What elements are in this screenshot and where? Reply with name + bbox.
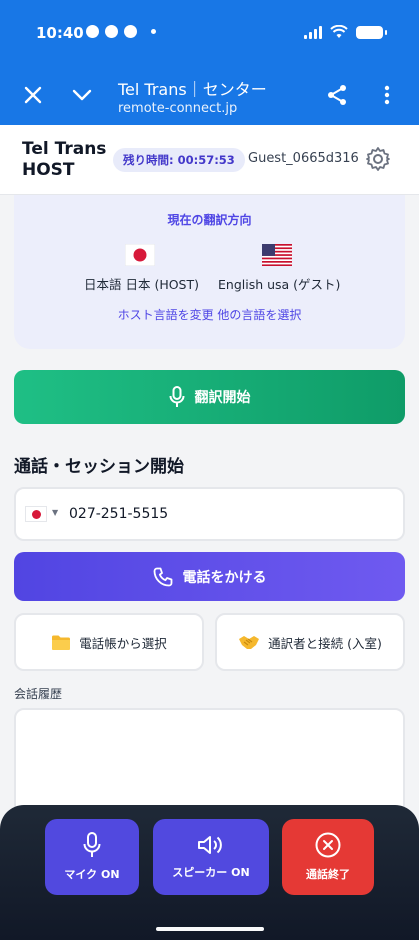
notification-icons bbox=[86, 25, 156, 38]
place-call-button[interactable]: 電話をかける bbox=[14, 552, 405, 601]
chat-notification-icon bbox=[86, 25, 99, 38]
direction-links: ホスト言語を変更 他の言語を選択 bbox=[14, 306, 405, 323]
phone-field: ▼ bbox=[14, 487, 405, 541]
connect-interpreter-label: 通訳者と接続 (入室) bbox=[268, 635, 382, 651]
more-notifications-icon bbox=[151, 29, 156, 34]
mic-toggle-button[interactable]: マイク ON bbox=[45, 819, 139, 895]
brand-line-2: HOST bbox=[22, 160, 75, 180]
connect-interpreter-button[interactable]: 通訳者と接続 (入室) bbox=[215, 613, 405, 671]
remaining-time-badge: 残り時間: 00:57:53 bbox=[113, 148, 245, 172]
chevron-down-icon[interactable] bbox=[67, 80, 97, 110]
microphone-icon bbox=[169, 386, 184, 407]
phone-number-input[interactable] bbox=[69, 501, 389, 527]
app-header: Tel Trans HOST 残り時間: 00:57:53 Guest_0665… bbox=[0, 125, 419, 195]
browser-url[interactable]: remote-connect.jp bbox=[118, 101, 237, 116]
close-icon[interactable] bbox=[18, 80, 48, 110]
battery-icon bbox=[356, 25, 387, 39]
signal-icon bbox=[304, 25, 322, 39]
translation-direction-card: 現在の翻訳方向 日本語 日本 (HOST) English usa (ゲスト) … bbox=[14, 195, 405, 349]
end-call-label: 通話終了 bbox=[306, 868, 350, 881]
mic-toggle-label: マイク ON bbox=[64, 868, 120, 881]
japan-flag-icon bbox=[125, 244, 155, 266]
start-translation-button[interactable]: 翻訳開始 bbox=[14, 370, 405, 424]
gear-icon[interactable] bbox=[364, 145, 392, 173]
start-translation-label: 翻訳開始 bbox=[194, 390, 251, 406]
select-from-contacts-button[interactable]: 電話帳から選択 bbox=[14, 613, 204, 671]
direction-title: 現在の翻訳方向 bbox=[167, 213, 252, 227]
browser-chrome: 10:40 Tel Trans｜センター remote-connect.jp bbox=[0, 0, 419, 125]
host-language-label: 日本語 日本 (HOST) bbox=[84, 277, 200, 292]
wifi-icon bbox=[330, 25, 348, 38]
change-host-language-link[interactable]: ホスト言語を変更 bbox=[118, 308, 214, 322]
select-other-language-link[interactable]: 他の言語を選択 bbox=[217, 308, 301, 322]
usa-flag-icon bbox=[262, 244, 292, 266]
call-controls-bar: マイク ON スピーカー ON 通話終了 bbox=[0, 805, 419, 940]
photo-notification-icon bbox=[124, 25, 137, 38]
handshake-icon bbox=[239, 636, 260, 649]
more-menu-icon[interactable] bbox=[372, 80, 402, 110]
end-call-button[interactable]: 通話終了 bbox=[282, 819, 374, 895]
place-call-label: 電話をかける bbox=[182, 569, 267, 586]
guest-id: Guest_0665d316 bbox=[248, 151, 359, 166]
app-notification-icon bbox=[105, 25, 118, 38]
close-circle-icon bbox=[315, 832, 341, 858]
brand-line-1: Tel Trans bbox=[22, 139, 107, 159]
select-from-contacts-label: 電話帳から選択 bbox=[79, 635, 167, 651]
call-section-title: 通話・セッション開始 bbox=[14, 457, 184, 477]
system-icons bbox=[304, 25, 387, 39]
country-flag-selector[interactable] bbox=[25, 506, 47, 522]
guest-language-label: English usa (ゲスト) bbox=[218, 277, 341, 292]
conversation-history-label: 会話履歴 bbox=[14, 687, 63, 701]
browser-bar: Tel Trans｜センター remote-connect.jp bbox=[0, 66, 419, 125]
speaker-toggle-label: スピーカー ON bbox=[172, 866, 250, 879]
status-time: 10:40 bbox=[36, 24, 84, 42]
speaker-icon bbox=[198, 836, 222, 854]
microphone-icon bbox=[83, 832, 101, 857]
share-icon[interactable] bbox=[322, 80, 352, 110]
speaker-toggle-button[interactable]: スピーカー ON bbox=[153, 819, 269, 895]
browser-page-title: Tel Trans｜センター bbox=[118, 80, 267, 99]
app-brand: Tel Trans HOST bbox=[22, 139, 106, 181]
caret-down-icon[interactable]: ▼ bbox=[52, 508, 58, 517]
status-bar: 10:40 bbox=[0, 0, 419, 66]
phone-icon bbox=[153, 567, 172, 586]
folder-icon bbox=[52, 635, 71, 650]
home-indicator[interactable] bbox=[156, 927, 264, 931]
